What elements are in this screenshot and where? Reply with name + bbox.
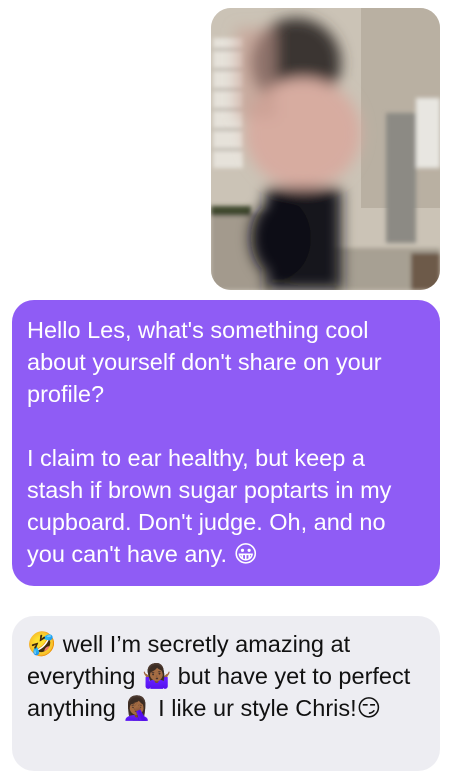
incoming-message-bubble[interactable]: 🤣 well I’m secretly amazing at everythin… xyxy=(12,616,440,771)
outgoing-message-paragraph: I claim to ear healthy, but keep a stash… xyxy=(27,445,392,567)
photo-message[interactable] xyxy=(211,8,440,290)
outgoing-message-bubble[interactable]: Hello Les, what's something cool about y… xyxy=(12,300,440,586)
chat-thread: Hello Les, what's something cool about y… xyxy=(0,0,450,781)
incoming-message-text: 🤣 well I’m secretly amazing at everythin… xyxy=(27,631,411,721)
blurred-photo-icon xyxy=(211,8,440,290)
outgoing-message-paragraph: Hello Les, what's something cool about y… xyxy=(27,317,382,407)
